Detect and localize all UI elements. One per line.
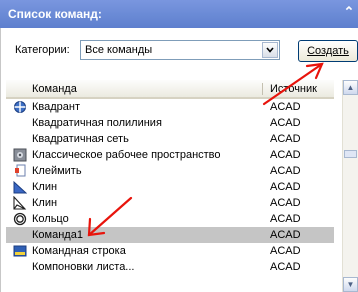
arrow-to-create-button xyxy=(262,62,324,106)
arrow-to-command1 xyxy=(87,196,133,237)
annotation-arrows xyxy=(87,62,324,237)
